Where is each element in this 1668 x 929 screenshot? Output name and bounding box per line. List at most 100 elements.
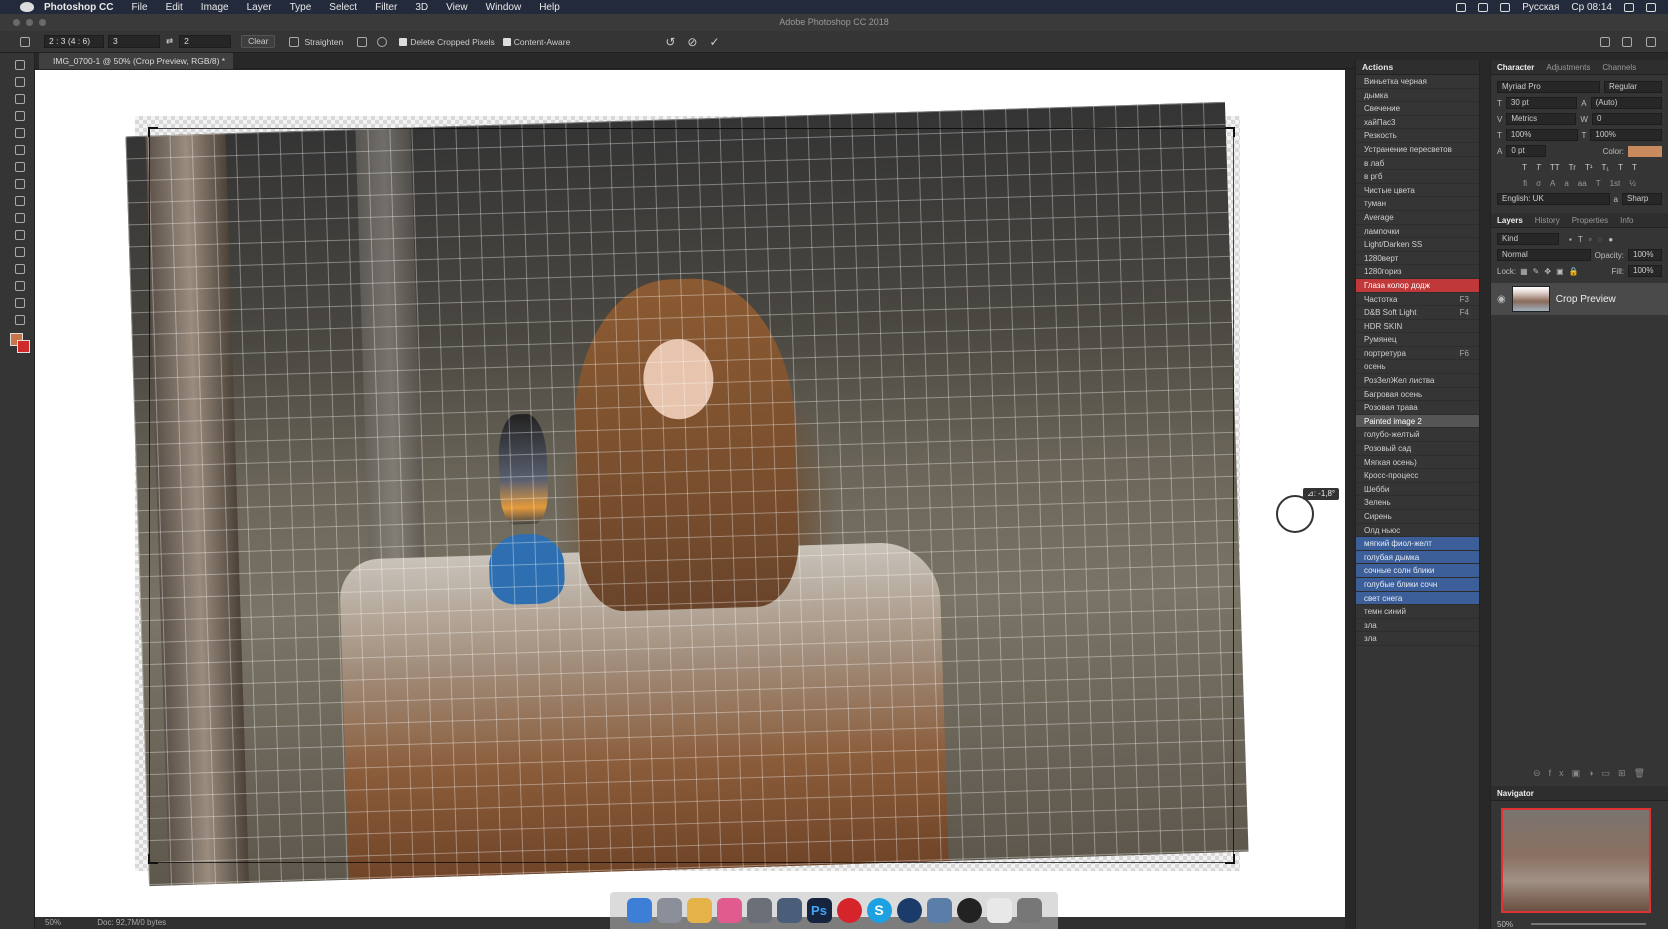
crop-frame[interactable] (148, 127, 1235, 864)
crop-tool-icon[interactable] (20, 36, 30, 47)
action-item[interactable]: осень (1356, 360, 1479, 375)
eraser-icon[interactable] (15, 213, 25, 223)
faux-italic-icon[interactable]: T (1536, 163, 1541, 172)
text-color-swatch[interactable] (1628, 145, 1662, 157)
action-item[interactable]: сочные солн блики (1356, 564, 1479, 578)
reset-icon[interactable]: ↺ (665, 35, 675, 49)
lock-icons[interactable]: ▦✎✥▣🔒 (1520, 267, 1583, 276)
clear-button[interactable]: Clear (241, 35, 276, 48)
font-style-select[interactable]: Regular (1604, 81, 1662, 93)
antialias-select[interactable]: Sharp (1622, 193, 1662, 205)
action-item[interactable]: Сирень (1356, 510, 1479, 524)
clone-stamp-icon[interactable] (15, 179, 25, 189)
finder-icon[interactable] (626, 898, 652, 923)
color-swatches[interactable] (10, 333, 32, 353)
menu-list-icon[interactable] (1646, 2, 1656, 12)
system-preferences-icon[interactable] (746, 898, 772, 923)
action-item[interactable]: Виньетка черная (1356, 75, 1479, 89)
vertical-scale-field[interactable]: 100% (1505, 129, 1578, 141)
tab-layers[interactable]: Layers (1491, 213, 1529, 227)
leading-field[interactable]: (Auto) (1590, 97, 1663, 109)
menu-type[interactable]: Type (290, 2, 312, 13)
navigator-zoom-slider[interactable] (1531, 923, 1646, 925)
action-item[interactable]: зла (1356, 619, 1479, 633)
gear-icon[interactable] (377, 36, 388, 47)
tracking-field[interactable]: 0 (1591, 113, 1662, 125)
action-item[interactable]: голубая дымка (1356, 550, 1479, 565)
action-item[interactable]: туман (1356, 197, 1479, 211)
action-item[interactable]: портретура F6 (1356, 347, 1479, 361)
ordinals-icon[interactable]: aa (1578, 179, 1587, 188)
horizontal-scale-field[interactable]: 100% (1590, 129, 1662, 141)
layer-name[interactable]: Crop Preview (1556, 294, 1616, 305)
eyedropper-icon[interactable] (15, 128, 25, 138)
visibility-eye-icon[interactable]: ◉ (1497, 294, 1506, 305)
screen-icon[interactable] (1456, 2, 1467, 12)
history-brush-icon[interactable] (15, 196, 25, 206)
app-menu[interactable]: Photoshop CC (44, 2, 113, 13)
action-item[interactable]: темн синий (1356, 605, 1479, 619)
crop-icon[interactable] (15, 94, 25, 104)
tab-adjustments[interactable]: Adjustments (1540, 60, 1596, 74)
action-item[interactable]: Резкость (1356, 129, 1479, 143)
zoom-level[interactable]: 50% (45, 918, 61, 927)
volume-icon[interactable] (1500, 2, 1511, 12)
crop-handle-top-right[interactable] (1225, 127, 1235, 137)
doc-size[interactable]: Doc: 92,7M/0 bytes (97, 918, 166, 927)
itunes-icon[interactable] (716, 898, 742, 923)
tab-properties[interactable]: Properties (1566, 213, 1614, 227)
action-item[interactable]: дымка (1356, 89, 1479, 103)
action-item[interactable]: зла (1356, 632, 1479, 646)
layer-filter-icons[interactable]: ▪T▫◌● (1569, 235, 1619, 244)
actions-panel-title[interactable]: Actions (1356, 60, 1479, 75)
menu-window[interactable]: Window (486, 2, 522, 13)
action-item[interactable]: D&B Soft Light F4 (1356, 306, 1479, 320)
action-item[interactable]: Зелень (1356, 496, 1479, 510)
small-caps-icon[interactable]: Tr (1569, 163, 1576, 172)
action-item[interactable]: Устранение пересветов (1356, 143, 1479, 157)
menu-file[interactable]: File (131, 2, 147, 13)
opacity-field[interactable]: 100% (1628, 249, 1662, 261)
dodge-icon[interactable] (15, 264, 25, 274)
launchpad-icon[interactable] (656, 898, 682, 923)
aperture-icon[interactable] (956, 898, 982, 923)
navigator-zoom[interactable]: 50% (1497, 920, 1513, 929)
action-item[interactable]: 1280гориз (1356, 265, 1479, 279)
action-item[interactable]: 1280верт (1356, 252, 1479, 266)
pen-icon[interactable] (15, 281, 25, 291)
delete-cropped-checkbox[interactable]: Delete Cropped Pixels (399, 37, 495, 47)
menu-filter[interactable]: Filter (375, 2, 397, 13)
fill-field[interactable]: 100% (1628, 265, 1662, 277)
marquee-icon[interactable] (15, 60, 25, 70)
canvas-area[interactable]: ⊿: -1,8° (35, 70, 1360, 920)
crop-handle-top-left[interactable] (148, 127, 158, 137)
ratio-select[interactable]: 2 : 3 (4 : 6) (44, 35, 104, 48)
fractions-icon[interactable]: ½ (1629, 179, 1636, 188)
apple-icon[interactable] (20, 2, 34, 12)
quicktime-icon[interactable] (896, 898, 922, 923)
commit-check-icon[interactable]: ✓ (709, 35, 719, 49)
zoom-window-button[interactable] (39, 19, 46, 26)
magic-wand-icon[interactable] (15, 111, 25, 121)
photoshop-icon[interactable]: Ps (806, 898, 832, 923)
content-aware-checkbox[interactable]: Content-Aware (502, 37, 570, 47)
tab-channels[interactable]: Channels (1596, 60, 1642, 74)
type-icon[interactable] (15, 315, 25, 325)
overlay-grid-icon[interactable] (357, 36, 368, 47)
action-item[interactable]: Кросс-процесс (1356, 469, 1479, 483)
crop-width-field[interactable]: 3 (108, 35, 160, 48)
action-item[interactable]: свет снега (1356, 591, 1479, 606)
blur-icon[interactable] (15, 247, 25, 257)
finder-window-icon[interactable] (776, 898, 802, 923)
layer-kind-select[interactable]: Kind (1497, 233, 1559, 245)
action-item[interactable]: мягкий фиол-желт (1356, 537, 1479, 551)
action-item[interactable]: Румянец (1356, 333, 1479, 347)
navigator-thumbnail[interactable] (1501, 808, 1651, 913)
action-item[interactable]: Розовая трава (1356, 401, 1479, 415)
font-family-select[interactable]: Myriad Pro (1497, 81, 1600, 93)
layer-row[interactable]: ◉ Crop Preview (1491, 283, 1668, 315)
clock[interactable]: Ср 08:14 (1571, 2, 1612, 13)
strikethrough-icon[interactable]: T (1632, 163, 1637, 172)
action-item[interactable]: Мягкая осень) (1356, 456, 1479, 470)
close-window-button[interactable] (13, 19, 20, 26)
